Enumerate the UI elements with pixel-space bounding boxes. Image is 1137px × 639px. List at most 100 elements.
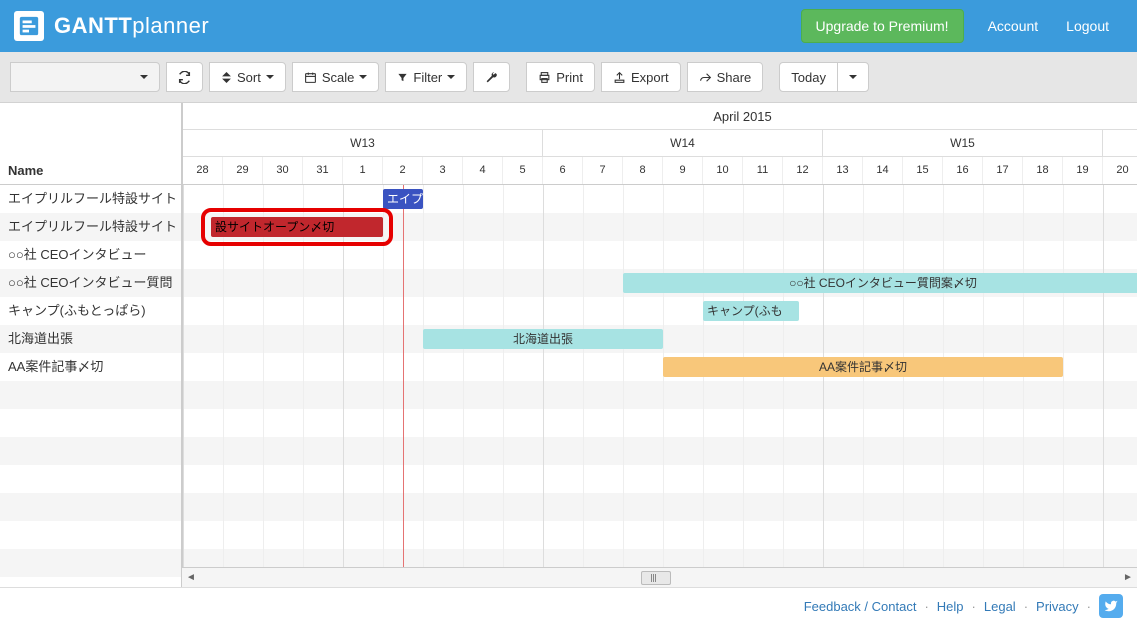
refresh-button[interactable] <box>166 62 203 92</box>
day-cell: 13 <box>823 157 863 184</box>
day-cell: 17 <box>983 157 1023 184</box>
refresh-icon <box>178 71 191 84</box>
day-cell: 1 <box>343 157 383 184</box>
empty-row <box>0 521 181 549</box>
task-row[interactable]: 北海道出張 <box>0 325 181 353</box>
privacy-link[interactable]: Privacy <box>1036 599 1079 614</box>
task-row[interactable]: キャンプ(ふもとっぱら) <box>0 297 181 325</box>
day-cell: 6 <box>543 157 583 184</box>
logout-link[interactable]: Logout <box>1052 8 1123 44</box>
week-cell: W13 <box>183 130 543 157</box>
day-cell: 20 <box>1103 157 1137 184</box>
empty-row <box>0 493 181 521</box>
month-cell: April 2015 <box>343 103 1137 130</box>
calendar-icon <box>304 71 317 84</box>
scrollbar-track[interactable] <box>200 570 1119 586</box>
task-list-header: Name <box>0 103 181 185</box>
day-cell: 3 <box>423 157 463 184</box>
day-cell: 4 <box>463 157 503 184</box>
day-cell: 12 <box>783 157 823 184</box>
grid-row <box>183 185 1137 213</box>
calendar-selector[interactable] <box>10 62 160 92</box>
brand-logo-icon <box>14 11 44 41</box>
grid-row <box>183 549 1137 568</box>
footer: Feedback / Contact· Help· Legal· Privacy… <box>0 588 1137 624</box>
feedback-link[interactable]: Feedback / Contact <box>804 599 917 614</box>
day-cell: 28 <box>183 157 223 184</box>
topbar: GANTTplanner Upgrade to Premium! Account… <box>0 0 1137 52</box>
grid-row <box>183 297 1137 325</box>
filter-icon <box>397 72 408 83</box>
day-cell: 19 <box>1063 157 1103 184</box>
account-link[interactable]: Account <box>974 8 1053 44</box>
twitter-icon[interactable] <box>1099 594 1123 618</box>
day-cell: 7 <box>583 157 623 184</box>
day-cell: 8 <box>623 157 663 184</box>
gantt-bar[interactable]: ○○社 CEOインタビュー質問案〆切 <box>623 273 1137 293</box>
task-list: エイプリルフール特設サイトエイプリルフール特設サイト○○社 CEOインタビュー○… <box>0 185 181 577</box>
toolbar: Sort Scale Filter Print Export Share Tod… <box>0 52 1137 103</box>
export-button[interactable]: Export <box>601 62 681 92</box>
today-dropdown-button[interactable] <box>837 62 869 92</box>
day-cell: 9 <box>663 157 703 184</box>
day-cell: 16 <box>943 157 983 184</box>
empty-row <box>0 437 181 465</box>
day-cell: 5 <box>503 157 543 184</box>
empty-row <box>0 381 181 409</box>
grid-row <box>183 465 1137 493</box>
task-row[interactable]: エイプリルフール特設サイト <box>0 185 181 213</box>
today-button[interactable]: Today <box>779 62 838 92</box>
export-icon <box>613 71 626 84</box>
print-icon <box>538 71 551 84</box>
empty-row <box>0 549 181 577</box>
scrollbar-thumb[interactable] <box>641 571 671 585</box>
task-row[interactable]: AA案件記事〆切 <box>0 353 181 381</box>
empty-row <box>0 465 181 493</box>
empty-row <box>0 409 181 437</box>
print-button[interactable]: Print <box>526 62 595 92</box>
task-row[interactable]: ○○社 CEOインタビュー質問 <box>0 269 181 297</box>
day-cell: 30 <box>263 157 303 184</box>
task-row[interactable]: エイプリルフール特設サイト <box>0 213 181 241</box>
brand[interactable]: GANTTplanner <box>14 11 209 41</box>
legal-link[interactable]: Legal <box>984 599 1016 614</box>
day-cell: 18 <box>1023 157 1063 184</box>
gantt-bar[interactable]: キャンプ(ふも <box>703 301 799 321</box>
share-button[interactable]: Share <box>687 62 764 92</box>
brand-title: GANTTplanner <box>54 13 209 39</box>
sort-button[interactable]: Sort <box>209 62 286 92</box>
grid-row <box>183 381 1137 409</box>
gantt-bar[interactable]: エイプ <box>383 189 423 209</box>
scroll-left-arrow[interactable]: ◄ <box>182 569 200 587</box>
timeline-panel: April 2015 W13W14W15 2829303112345678910… <box>182 103 1137 587</box>
week-cell: W14 <box>543 130 823 157</box>
grid-row <box>183 241 1137 269</box>
day-cell: 29 <box>223 157 263 184</box>
today-marker <box>403 185 404 568</box>
gantt-bar[interactable]: 設サイトオープン〆切 <box>211 217 383 237</box>
grid-row <box>183 493 1137 521</box>
timeline-header: April 2015 W13W14W15 2829303112345678910… <box>183 103 1137 185</box>
week-cell: W15 <box>823 130 1103 157</box>
task-list-panel: Name エイプリルフール特設サイトエイプリルフール特設サイト○○社 CEOイン… <box>0 103 182 587</box>
horizontal-scrollbar[interactable]: ◄ ► <box>182 567 1137 587</box>
help-link[interactable]: Help <box>937 599 964 614</box>
task-row[interactable]: ○○社 CEOインタビュー <box>0 241 181 269</box>
day-cell: 10 <box>703 157 743 184</box>
gantt-bar[interactable]: 北海道出張 <box>423 329 663 349</box>
day-cell: 15 <box>903 157 943 184</box>
grid-row <box>183 521 1137 549</box>
gantt-bar[interactable]: AA案件記事〆切 <box>663 357 1063 377</box>
settings-button[interactable] <box>473 62 510 92</box>
day-cell: 31 <box>303 157 343 184</box>
upgrade-button[interactable]: Upgrade to Premium! <box>801 9 964 43</box>
grid-row <box>183 409 1137 437</box>
scale-button[interactable]: Scale <box>292 62 380 92</box>
wrench-icon <box>485 71 498 84</box>
day-cell: 2 <box>383 157 423 184</box>
timeline-grid[interactable]: エイプ設サイトオープン〆切 ○○社 CEOインタビュー質問案〆切キャンプ(ふも北海… <box>183 185 1137 568</box>
scroll-right-arrow[interactable]: ► <box>1119 569 1137 587</box>
day-cell: 14 <box>863 157 903 184</box>
filter-button[interactable]: Filter <box>385 62 467 92</box>
calendar-dropdown[interactable] <box>10 62 160 92</box>
